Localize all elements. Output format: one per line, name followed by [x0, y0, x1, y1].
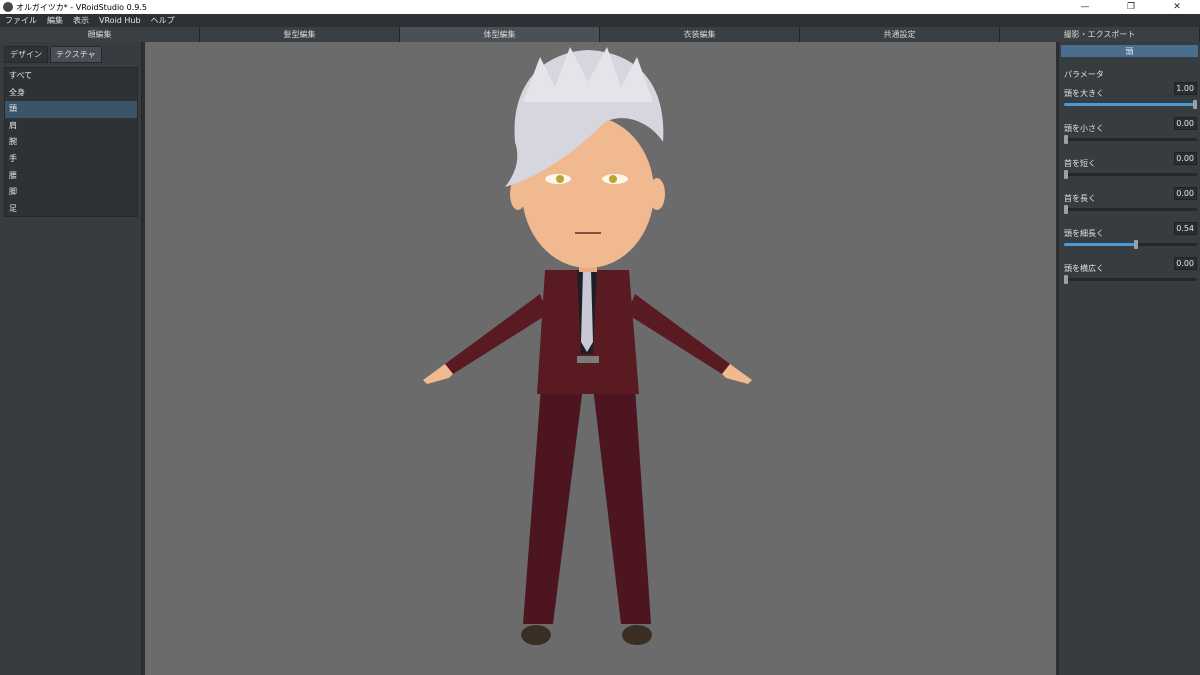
title-bar: オルガイツカ* - VRoidStudio 0.9.5 — ❐ ✕ — [0, 0, 1200, 14]
right-arm — [627, 294, 730, 374]
left-shoe — [521, 625, 551, 645]
category-arm[interactable]: 腕 — [5, 134, 137, 151]
parameters-label: パラメータ — [1064, 70, 1104, 79]
app-icon — [3, 2, 13, 12]
category-foot[interactable]: 足 — [5, 201, 137, 218]
category-hand[interactable]: 手 — [5, 151, 137, 168]
right-iris — [609, 175, 617, 183]
menu-vroid-hub[interactable]: VRoid Hub — [99, 16, 141, 25]
section-header-head: 頭 — [1061, 45, 1198, 57]
tab-common-settings[interactable]: 共通設定 — [800, 27, 1000, 42]
right-leg — [593, 387, 651, 624]
category-shoulder[interactable]: 肩 — [5, 118, 137, 135]
tab-outfit-edit[interactable]: 衣装編集 — [600, 27, 800, 42]
left-iris — [556, 175, 564, 183]
left-subtabs: デザイン テクスチャ — [0, 42, 141, 63]
slider-handle[interactable] — [1064, 275, 1068, 284]
param-value-field[interactable]: 1.00 — [1174, 82, 1197, 95]
category-all[interactable]: すべて — [5, 68, 137, 85]
close-icon[interactable]: ✕ — [1154, 0, 1200, 14]
param-value-field[interactable]: 0.00 — [1174, 152, 1197, 165]
param-head-elongate: 頭を細長く 0.54 — [1064, 220, 1197, 255]
menu-help[interactable]: ヘルプ — [151, 15, 175, 26]
left-panel: デザイン テクスチャ すべて 全身 頭 肩 腕 手 腰 脚 足 — [0, 42, 142, 675]
window-title: オルガイツカ* - VRoidStudio 0.9.5 — [16, 2, 147, 12]
slider-handle[interactable] — [1064, 135, 1068, 144]
param-slider[interactable] — [1064, 240, 1197, 249]
param-neck-shorter: 首を短く 0.00 — [1064, 150, 1197, 185]
category-waist[interactable]: 腰 — [5, 168, 137, 185]
character-model[interactable] — [145, 42, 1056, 675]
subtab-design[interactable]: デザイン — [4, 46, 48, 63]
param-slider[interactable] — [1064, 135, 1197, 144]
slider-handle[interactable] — [1133, 240, 1138, 249]
left-leg — [523, 387, 583, 624]
tie — [581, 270, 593, 352]
right-shoe — [622, 625, 652, 645]
param-label: 首を長く — [1064, 194, 1096, 203]
param-head-smaller: 頭を小さく 0.00 — [1064, 115, 1197, 150]
param-value-field[interactable]: 0.00 — [1174, 117, 1197, 130]
minimize-icon[interactable]: — — [1062, 0, 1108, 14]
category-whole-body[interactable]: 全身 — [5, 85, 137, 102]
category-head[interactable]: 頭 — [5, 101, 137, 118]
belt — [577, 356, 599, 363]
param-value-field[interactable]: 0.00 — [1174, 257, 1197, 270]
param-slider[interactable] — [1064, 205, 1197, 214]
left-arm — [445, 294, 548, 374]
menu-edit[interactable]: 編集 — [47, 15, 63, 26]
param-slider[interactable] — [1064, 170, 1197, 179]
slider-handle[interactable] — [1193, 100, 1197, 109]
param-head-bigger: 頭を大きく 1.00 — [1064, 80, 1197, 115]
main-tab-bar: 顔編集 髪型編集 体型編集 衣装編集 共通設定 撮影・エクスポート — [0, 27, 1200, 42]
slider-handle[interactable] — [1064, 170, 1068, 179]
mouth — [575, 232, 601, 234]
param-head-widen: 頭を横広く 0.00 — [1064, 255, 1197, 290]
right-panel: 頭 パラメータ 頭を大きく 1.00 頭を小さく 0.00 首を短く 0.00 … — [1058, 42, 1200, 675]
tab-body-edit[interactable]: 体型編集 — [400, 27, 600, 42]
param-value-field[interactable]: 0.00 — [1174, 187, 1197, 200]
tab-hair-edit[interactable]: 髪型編集 — [200, 27, 400, 42]
tab-photo-export[interactable]: 撮影・エクスポート — [1000, 27, 1200, 42]
restore-icon[interactable]: ❐ — [1108, 0, 1154, 14]
param-label: 頭を小さく — [1064, 124, 1104, 133]
param-neck-longer: 首を長く 0.00 — [1064, 185, 1197, 220]
category-list: すべて 全身 頭 肩 腕 手 腰 脚 足 — [4, 67, 138, 217]
3d-viewport[interactable] — [145, 42, 1056, 675]
param-label: 頭を横広く — [1064, 264, 1104, 273]
param-label: 頭を細長く — [1064, 229, 1104, 238]
param-value-field[interactable]: 0.54 — [1174, 222, 1197, 235]
param-label: 頭を大きく — [1064, 89, 1104, 98]
window-controls: — ❐ ✕ — [1062, 0, 1200, 14]
subtab-texture[interactable]: テクスチャ — [50, 46, 102, 63]
param-slider[interactable] — [1064, 275, 1197, 284]
param-label: 首を短く — [1064, 159, 1096, 168]
menu-file[interactable]: ファイル — [5, 15, 37, 26]
slider-handle[interactable] — [1064, 205, 1068, 214]
category-leg[interactable]: 脚 — [5, 184, 137, 201]
param-slider[interactable] — [1064, 100, 1197, 109]
menu-view[interactable]: 表示 — [73, 15, 89, 26]
menu-bar: ファイル 編集 表示 VRoid Hub ヘルプ — [0, 14, 1200, 27]
tab-face-edit[interactable]: 顔編集 — [0, 27, 200, 42]
